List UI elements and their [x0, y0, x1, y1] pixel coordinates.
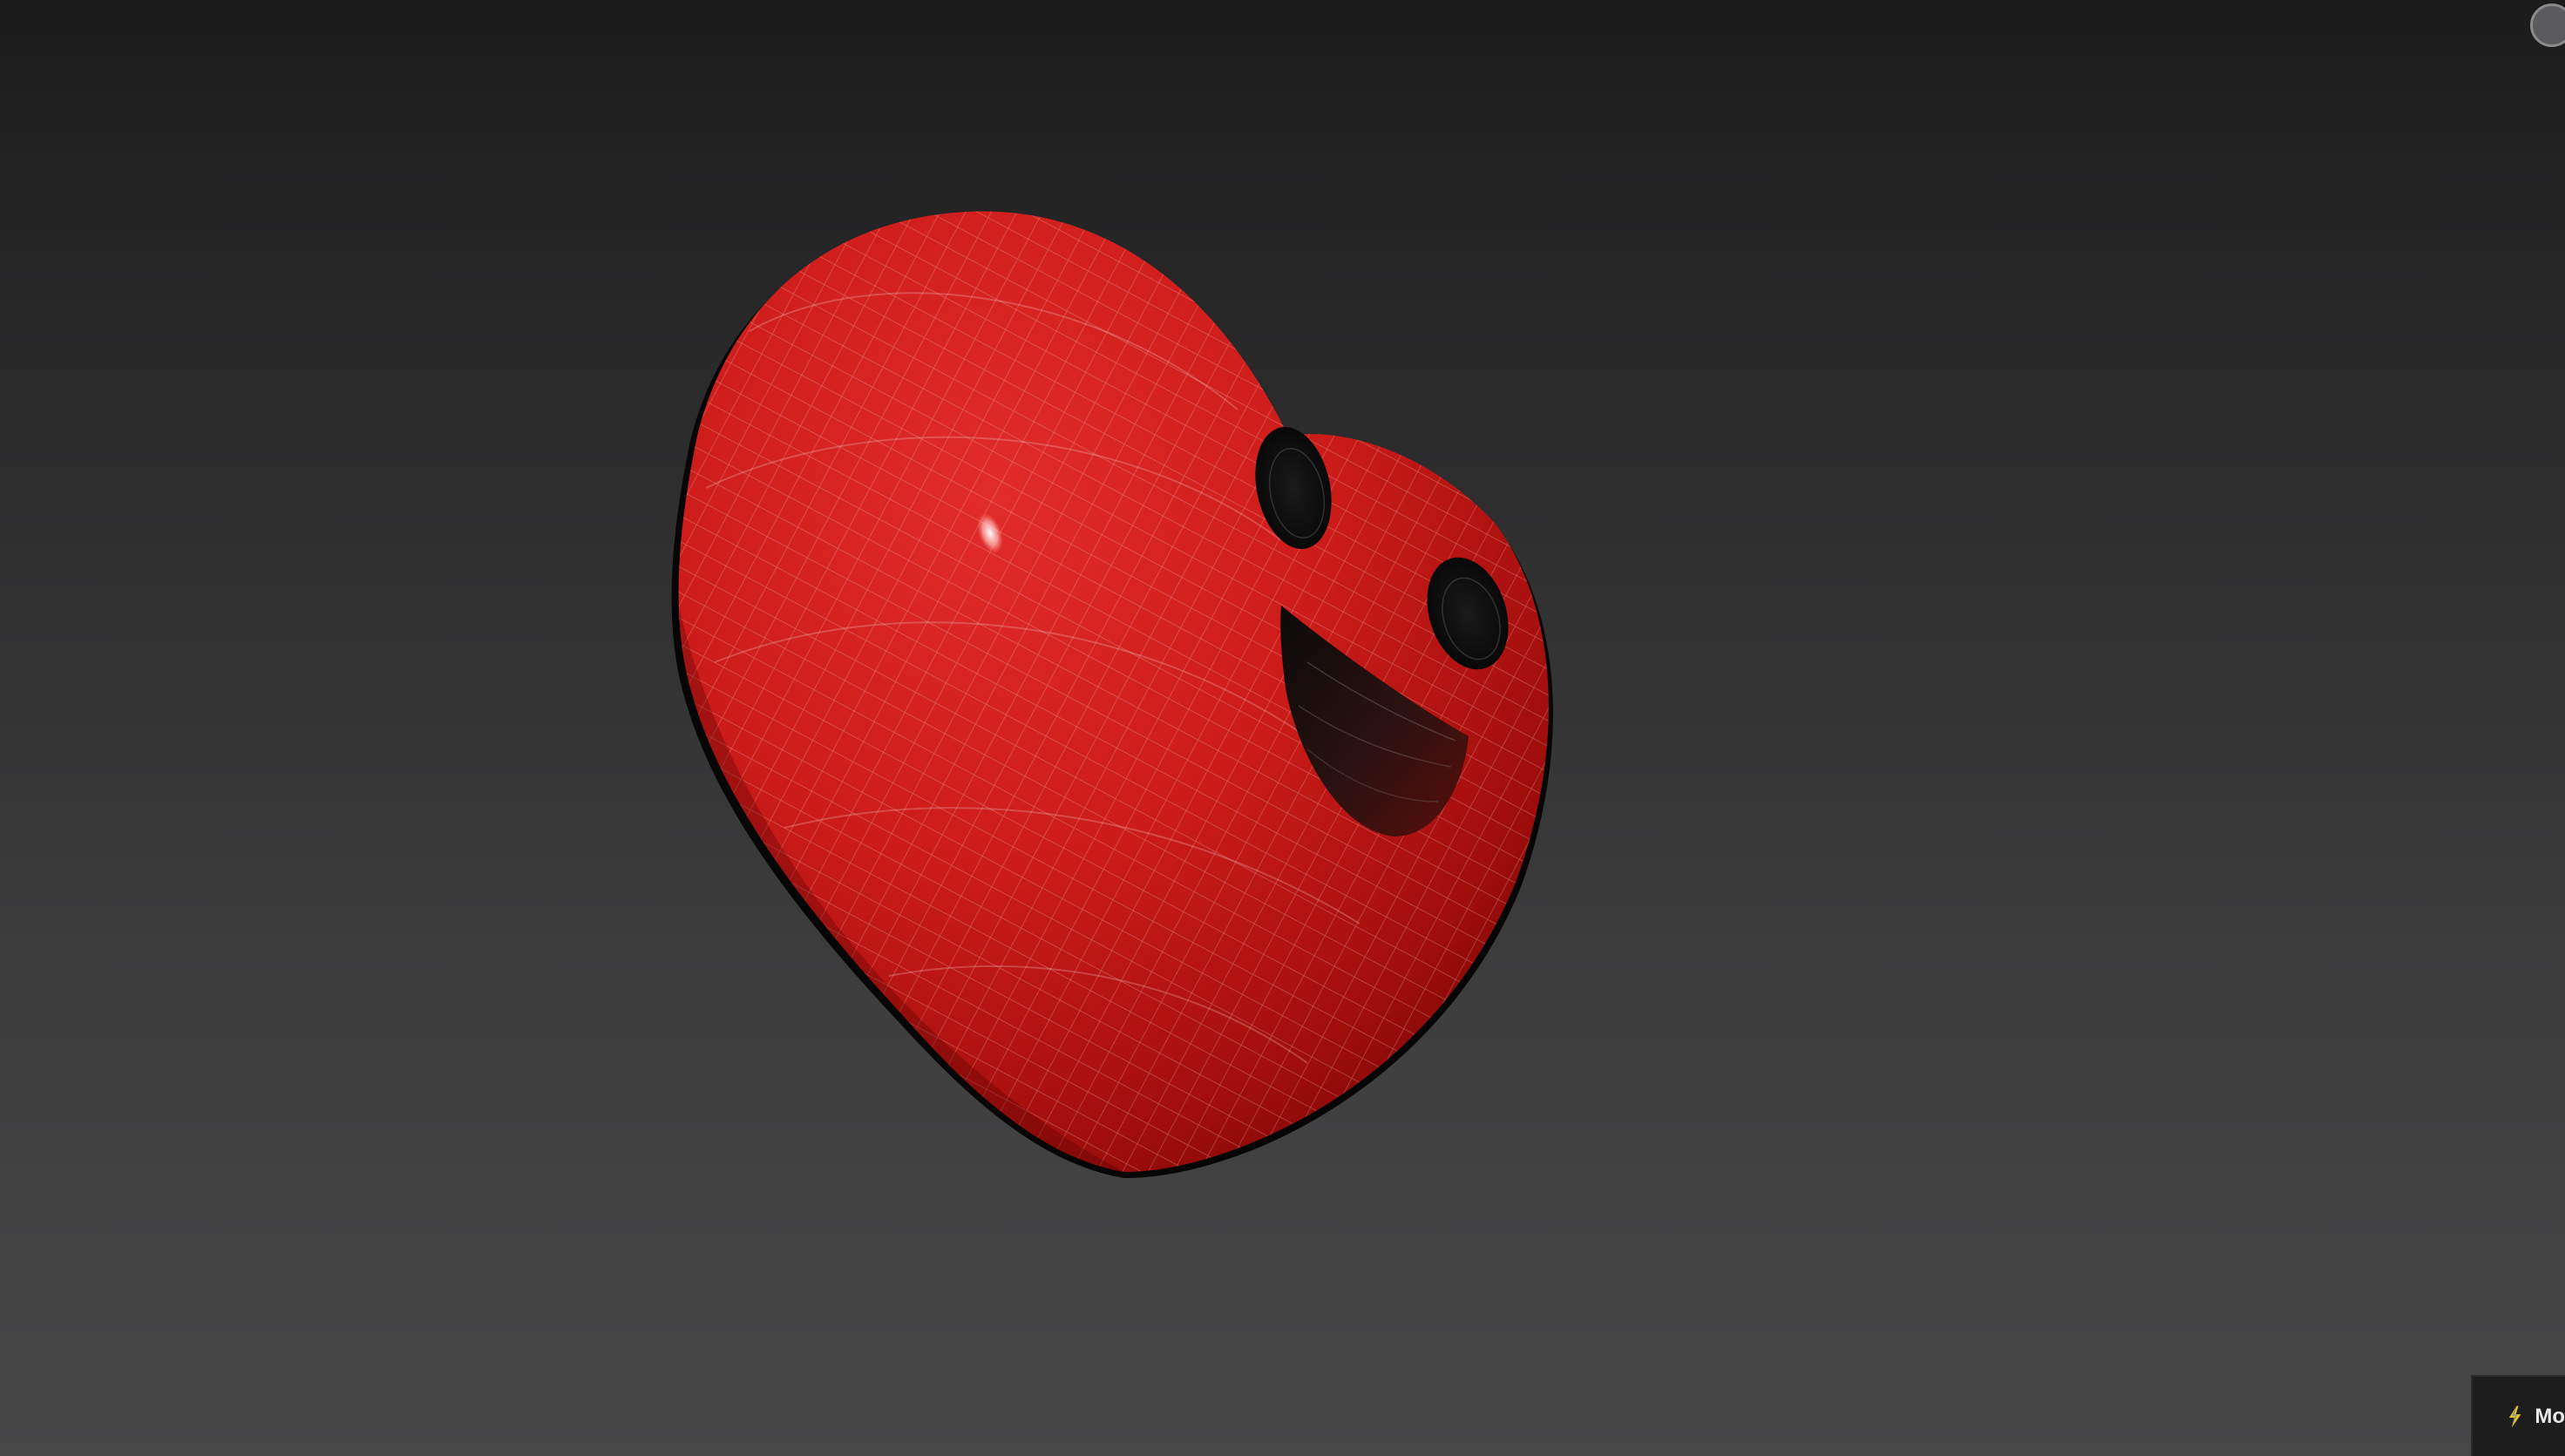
lightning-bolt-icon [2508, 1405, 2521, 1428]
heart-model[interactable] [610, 174, 1612, 1220]
status-chip[interactable]: Mo [2471, 1375, 2565, 1456]
status-label: Mo [2534, 1404, 2565, 1428]
3d-viewport[interactable]: Mo [0, 0, 2565, 1456]
scene-render [610, 174, 1612, 1220]
